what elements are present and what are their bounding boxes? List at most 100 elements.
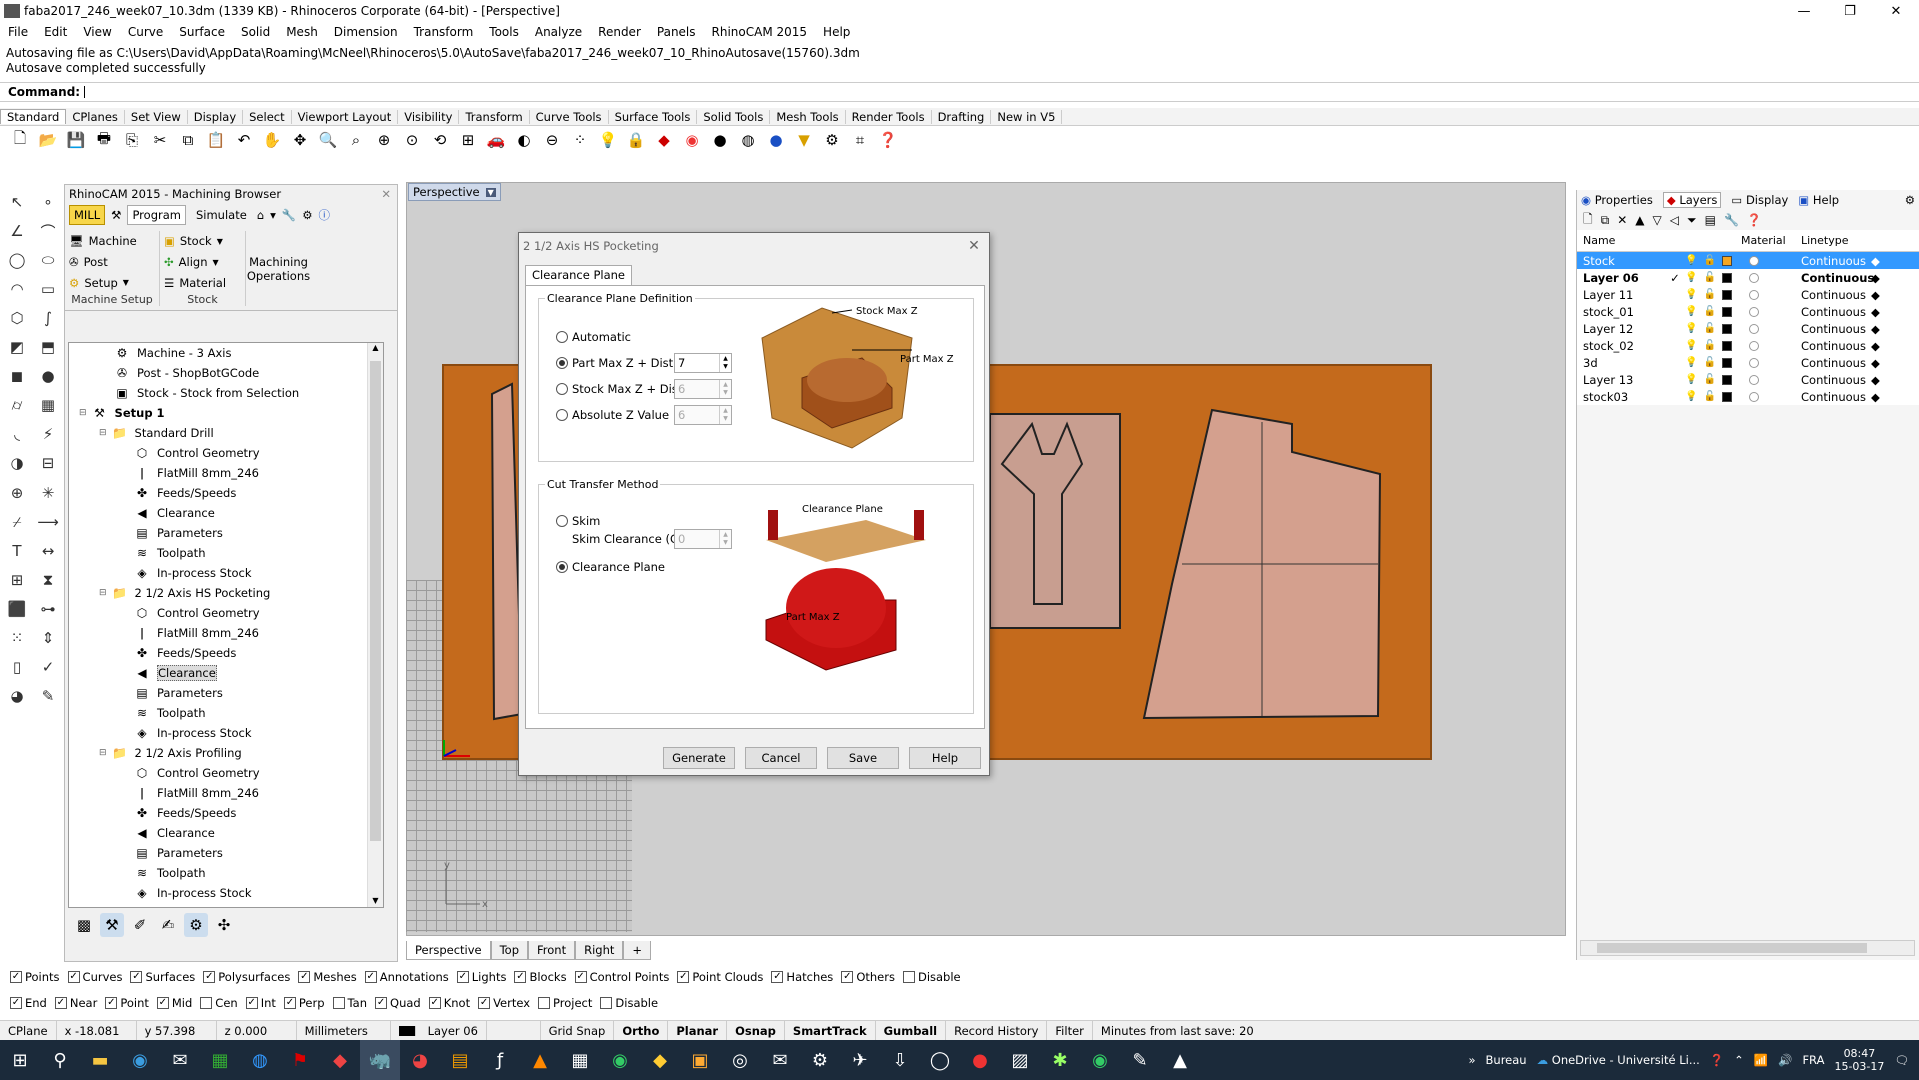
menu-file[interactable]: File [0, 25, 36, 39]
grid-dots-icon[interactable]: ⁙ [4, 626, 30, 650]
stock-model-icon[interactable]: ▩ [72, 913, 96, 937]
layer-linetype[interactable]: Continuous [1801, 305, 1871, 319]
app-globe-icon[interactable]: ◎ [720, 1040, 760, 1080]
boolean-icon[interactable]: ◑ [4, 451, 30, 475]
tree-item[interactable]: ◈ In-process Stock [69, 723, 383, 743]
zoom-selected-icon[interactable]: ⊙ [400, 128, 424, 152]
copy-icon[interactable]: ⧉ [176, 128, 200, 152]
render-preview-icon[interactable]: ◍ [736, 128, 760, 152]
filter-curves[interactable]: ✓ Curves [67, 970, 122, 984]
join-icon[interactable]: ⊕ [4, 481, 30, 505]
page-icon[interactable]: ▯ [4, 655, 30, 679]
print-color-icon[interactable]: ◆ [1871, 271, 1880, 285]
chevron-up-icon[interactable]: ⌃ [1734, 1053, 1744, 1067]
help-button[interactable]: Help [909, 747, 981, 769]
hscroll-thumb[interactable] [1597, 943, 1867, 953]
mirror-icon[interactable]: ⧗ [35, 568, 61, 592]
print-color-icon[interactable]: ◆ [1871, 254, 1880, 268]
viewport-tab-perspective[interactable]: Perspective [406, 940, 491, 960]
tab-select[interactable]: Select [243, 109, 292, 124]
menu-render[interactable]: Render [590, 25, 649, 39]
osnap-end[interactable]: ✓ End [10, 996, 47, 1010]
layer-linetype[interactable]: Continuous [1801, 322, 1871, 336]
bulb-icon[interactable]: 💡 [1685, 391, 1697, 402]
status-cplane[interactable]: CPlane [0, 1020, 57, 1041]
wrench-icon[interactable]: 🔧 [282, 208, 296, 222]
zoom-icon[interactable]: 🔍 [316, 128, 340, 152]
tree-item[interactable]: ⊟ ⚒ Setup 1 [69, 403, 383, 423]
setup-button[interactable]: ⚙ Setup ▼ [69, 272, 155, 293]
bulb-icon[interactable]: 💡 [1685, 357, 1697, 368]
tree-item[interactable]: ◀ Clearance [69, 663, 383, 683]
filter-blocks[interactable]: ✓ Blocks [514, 970, 567, 984]
tree-item[interactable]: ≋ Toolpath [69, 703, 383, 723]
lock-open-icon[interactable]: 🔓 [1703, 306, 1715, 317]
filter-lights[interactable]: ✓ Lights [456, 970, 506, 984]
filter-hatches[interactable]: ✓ Hatches [771, 970, 833, 984]
layer-row[interactable]: stock_01 💡 🔓 Continuous ◆ [1577, 303, 1919, 320]
tab-clearance-plane[interactable]: Clearance Plane [525, 265, 633, 285]
layer-row[interactable]: Layer 06 ✓ 💡 🔓 Continuous ◆ [1577, 269, 1919, 286]
split-icon[interactable]: ⊟ [35, 451, 61, 475]
box-icon[interactable]: ◼ [4, 364, 30, 388]
spinner-arrows[interactable]: ▲ ▼ [719, 354, 731, 372]
osnap-perp[interactable]: ✓ Perp [283, 996, 325, 1010]
generate-button[interactable]: Generate [663, 747, 735, 769]
tree-item[interactable]: ⊟ 📁 Standard Drill [69, 423, 383, 443]
tree-item[interactable]: ◈ In-process Stock [69, 563, 383, 583]
layer-doc-icon[interactable]: ▤ [1705, 213, 1716, 227]
bureau-label[interactable]: Bureau [1486, 1053, 1527, 1067]
col-linetype[interactable]: Linetype [1801, 234, 1871, 247]
layers-hscrollbar[interactable] [1580, 940, 1915, 956]
settings-icon[interactable]: ⚙ [302, 208, 312, 222]
array-icon[interactable]: ⊞ [4, 568, 30, 592]
col-material[interactable]: Material [1741, 234, 1801, 247]
layer-linetype[interactable]: Continuous [1801, 390, 1871, 404]
render-icon[interactable]: ● [708, 128, 732, 152]
surface-icon[interactable]: ◩ [4, 335, 30, 359]
layer-row[interactable]: stock03 💡 🔓 Continuous ◆ [1577, 388, 1919, 405]
mesh-icon[interactable]: ▦ [35, 393, 61, 417]
four-viewports-icon[interactable]: ⊞ [456, 128, 480, 152]
simulate-icon[interactable]: ✐ [128, 913, 152, 937]
print-color-icon[interactable]: ◆ [1871, 373, 1880, 387]
print-color-icon[interactable]: ◆ [1871, 288, 1880, 302]
spinner-arrows[interactable]: ▲ ▼ [719, 530, 731, 548]
menu-help[interactable]: Help [815, 25, 858, 39]
tree-item[interactable]: ǀ FlatMill 8mm_246 [69, 623, 383, 643]
app-red2-icon[interactable]: ● [960, 1040, 1000, 1080]
layer-row[interactable]: stock_02 💡 🔓 Continuous ◆ [1577, 337, 1919, 354]
trim-icon[interactable]: ⌿ [4, 510, 30, 534]
layer-linetype[interactable]: Continuous [1801, 288, 1871, 302]
add-viewport-tab-button[interactable]: + [623, 940, 652, 960]
status-ortho[interactable]: Ortho [614, 1020, 669, 1041]
freeform-icon[interactable]: ∫ [35, 306, 61, 330]
tree-item[interactable]: ✇ Post - ShopBotGCode [69, 363, 383, 383]
tree-item[interactable]: ⊟ 📁 2 1/2 Axis Profiling [69, 743, 383, 763]
tree-item[interactable]: ▤ Parameters [69, 683, 383, 703]
viewport-tab-top[interactable]: Top [490, 940, 529, 960]
volume-icon[interactable]: 🔊 [1778, 1053, 1792, 1067]
bulb-icon[interactable]: 💡 [1685, 306, 1697, 317]
tree-item[interactable]: ▣ Stock - Stock from Selection [69, 383, 383, 403]
solid-box-icon[interactable]: ⬛ [4, 597, 30, 621]
bulb-icon[interactable]: 💡 [1685, 374, 1697, 385]
material-button[interactable]: ☰ Material [164, 272, 241, 293]
polyline-icon[interactable]: ∠ [4, 219, 30, 243]
tree-item[interactable]: ≋ Toolpath [69, 863, 383, 883]
menu-mesh[interactable]: Mesh [278, 25, 326, 39]
tab-display[interactable]: Display [188, 109, 244, 124]
browser-close-icon[interactable]: ✕ [381, 187, 391, 201]
tree-item[interactable]: ◈ In-process Stock [69, 883, 383, 903]
bulb-icon[interactable]: 💡 [1685, 323, 1697, 334]
ellipse-icon[interactable]: ⬭ [35, 248, 61, 272]
zoom-extents-icon[interactable]: ⊕ [372, 128, 396, 152]
status-osnap[interactable]: Osnap [727, 1020, 785, 1041]
tree-item[interactable]: ✤ Feeds/Speeds [69, 803, 383, 823]
bulb-icon[interactable]: 💡 [1685, 289, 1697, 300]
layer-linetype[interactable]: Continuous [1801, 373, 1871, 387]
notifications-icon[interactable]: 🗨 [1894, 1053, 1909, 1067]
menu-view[interactable]: View [75, 25, 119, 39]
circle-icon[interactable]: ◯ [4, 248, 30, 272]
app-paint-icon[interactable]: ✎ [1120, 1040, 1160, 1080]
